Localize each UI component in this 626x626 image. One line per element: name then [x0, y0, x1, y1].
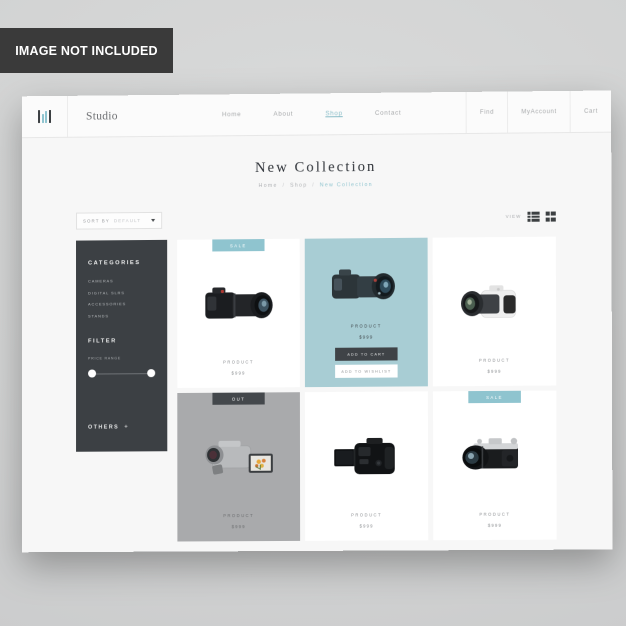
teal-dslr-camera-image — [305, 250, 428, 324]
others-toggle[interactable]: OTHERS + — [88, 424, 155, 430]
sidebar-item-stands[interactable]: STANDS — [88, 313, 155, 318]
page-title: New Collection — [254, 158, 377, 177]
product-card-hover[interactable]: PRODUCT $999 ADD TO CART ADD TO WISHLIST — [304, 237, 428, 388]
categories-list: CAMERAS DIGITAL SLRS ACCESSORIES STANDS — [88, 278, 155, 318]
sidebar-item-accessories[interactable]: ACCESSORIES — [88, 301, 155, 306]
shop-toolbar: SORT BY DEFAULT VIEW — [76, 208, 556, 230]
main-navigation: Home About Shop Contact — [118, 92, 466, 136]
product-price: $999 — [487, 522, 502, 528]
slider-handle-min[interactable] — [88, 369, 97, 378]
product-card[interactable]: PRODUCT $999 — [304, 391, 429, 541]
browser-window: Studio Home About Shop Contact Find MyAc… — [21, 90, 613, 553]
product-price: $999 — [231, 524, 246, 530]
product-card[interactable]: PRODUCT $999 — [432, 236, 557, 387]
chevron-down-icon — [151, 218, 156, 222]
product-card[interactable]: SALE PRODUCT $999 — [177, 238, 300, 388]
plus-icon: + — [124, 423, 130, 430]
product-meta: PRODUCT $999 — [177, 359, 300, 388]
add-to-cart-button[interactable]: ADD TO CART — [335, 347, 398, 361]
product-name: PRODUCT — [351, 512, 383, 518]
product-name: PRODUCT — [478, 357, 511, 363]
nav-item-shop[interactable]: Shop — [325, 110, 342, 117]
status-badge: SALE — [468, 390, 521, 404]
site-header: Studio Home About Shop Contact Find MyAc… — [22, 90, 612, 139]
nav-item-myaccount[interactable]: MyAccount — [507, 90, 570, 133]
status-badge: OUT — [212, 392, 265, 405]
product-grid: SALE PRODUCT $999 PRODUCT $999 ADD TO CA… — [177, 236, 557, 542]
product-price: $999 — [487, 368, 502, 374]
logo-cell[interactable] — [22, 95, 69, 138]
slider-handle-max[interactable] — [147, 369, 156, 378]
breadcrumb-home[interactable]: Home — [259, 183, 278, 189]
price-range-label: PRICE RANGE — [88, 355, 122, 361]
vintage-silver-slr-image — [433, 403, 557, 512]
shop-content: CATEGORIES CAMERAS DIGITAL SLRS ACCESSOR… — [76, 236, 557, 542]
product-price: $999 — [231, 370, 246, 376]
breadcrumb-separator-2: / — [312, 182, 315, 189]
filter-heading: FILTER — [88, 337, 117, 345]
slider-track — [91, 372, 153, 375]
product-price: $999 — [359, 523, 374, 529]
product-price: $999 — [359, 334, 374, 340]
sort-by-label: SORT BY — [83, 217, 110, 224]
white-dslr-camera-image — [433, 249, 557, 358]
status-badge: SALE — [212, 239, 265, 252]
bars-logo-icon — [37, 109, 52, 124]
watermark-text: IMAGE NOT INCLUDED — [15, 43, 158, 58]
image-not-included-watermark: IMAGE NOT INCLUDED — [0, 28, 173, 73]
product-meta: PRODUCT $999 — [433, 511, 556, 540]
brand-name[interactable]: Studio — [68, 95, 118, 136]
sidebar-item-digital-slrs[interactable]: DIGITAL SLRS — [88, 289, 155, 295]
black-dslr-camera-image — [177, 251, 300, 360]
add-to-wishlist-button[interactable]: ADD TO WISHLIST — [335, 364, 398, 378]
filter-sidebar: CATEGORIES CAMERAS DIGITAL SLRS ACCESSOR… — [76, 239, 168, 452]
breadcrumb: Home / Shop / New Collection — [22, 180, 611, 191]
breadcrumb-current: New Collection — [319, 181, 373, 189]
breadcrumb-separator-1: / — [282, 182, 286, 189]
page-body: New Collection Home / Shop / New Collect… — [21, 132, 613, 553]
nav-item-contact[interactable]: Contact — [375, 110, 401, 117]
product-name: PRODUCT — [223, 359, 254, 365]
grid-view-icon[interactable] — [545, 211, 556, 222]
browser-mockup: Studio Home About Shop Contact Find MyAc… — [21, 90, 613, 553]
others-label: OTHERS — [88, 423, 120, 431]
nav-item-cart[interactable]: Cart — [569, 90, 612, 133]
sidebar-item-cameras[interactable]: CAMERAS — [88, 278, 155, 283]
breadcrumb-shop[interactable]: Shop — [290, 183, 307, 189]
product-actions: ADD TO CART ADD TO WISHLIST — [305, 347, 428, 387]
product-card[interactable]: SALE PRODUCT $999 — [432, 390, 557, 541]
product-name: PRODUCT — [479, 511, 511, 517]
product-card-out-of-stock[interactable]: OUT PRODUCT $999 — [177, 392, 301, 542]
sort-by-value: DEFAULT — [113, 217, 142, 223]
utility-navigation: Find MyAccount Cart — [465, 90, 612, 134]
sort-by-dropdown[interactable]: SORT BY DEFAULT — [76, 211, 163, 230]
page-header: New Collection Home / Shop / New Collect… — [22, 133, 611, 191]
product-meta: PRODUCT $999 ADD TO CART ADD TO WISHLIST — [305, 323, 428, 387]
categories-heading: CATEGORIES — [88, 260, 141, 267]
view-label: VIEW — [505, 214, 522, 220]
view-switcher: VIEW — [506, 211, 556, 222]
nav-item-find[interactable]: Find — [465, 91, 508, 134]
product-meta: PRODUCT $999 — [305, 512, 428, 541]
product-meta: PRODUCT $999 — [177, 513, 300, 542]
black-dslr-flip-screen-image — [305, 403, 428, 512]
nav-item-home[interactable]: Home — [222, 111, 241, 118]
nav-item-about[interactable]: About — [273, 111, 293, 118]
silver-camcorder-image — [177, 404, 300, 513]
list-view-icon[interactable] — [527, 212, 540, 222]
product-name: PRODUCT — [350, 323, 382, 329]
price-range-slider[interactable] — [88, 369, 156, 378]
product-meta: PRODUCT $999 — [433, 357, 556, 386]
product-name: PRODUCT — [223, 512, 255, 519]
